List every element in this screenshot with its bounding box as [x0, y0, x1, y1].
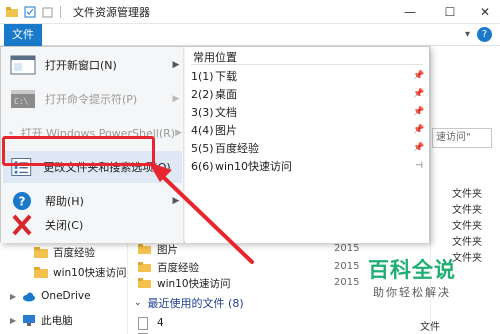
submenu-arrow-icon: ▶	[172, 94, 180, 104]
menu-item-open-command-prompt[interactable]: C:\ 打开命令提示符(P) ▶	[3, 83, 182, 115]
minimize-button[interactable]: —	[390, 0, 430, 24]
list-item[interactable]: 1	[138, 330, 164, 334]
right-item-type: 文件夹	[452, 237, 482, 248]
unpinned-icon[interactable]: ⊣	[409, 161, 429, 171]
window-title: 文件资源管理器	[73, 5, 150, 19]
submenu-arrow-icon: ▶	[172, 196, 180, 206]
item-date: 2015	[334, 243, 360, 254]
frequent-place-item[interactable]: 6(6) win10快速访问 ⊣	[185, 157, 429, 175]
ribbon-tab-row: 文件 ▾ ?	[0, 24, 500, 46]
new-window-icon	[10, 55, 36, 75]
pin-icon[interactable]: 📌	[409, 89, 429, 99]
place-name: 下载	[215, 70, 237, 83]
nav-item-onedrive[interactable]: ▶ OneDrive	[0, 286, 128, 306]
chevron-down-icon: ⌄	[134, 298, 142, 308]
menu-item-open-new-window[interactable]: 打开新窗口(N) ▶	[3, 49, 182, 81]
highlight-box	[2, 136, 155, 166]
watermark-subtitle: 助你轻松解决	[373, 286, 451, 299]
chevron-right-icon: ▶	[10, 315, 17, 325]
frequent-place-item[interactable]: 3(3) 文档 📌	[185, 103, 429, 121]
watermark-title: 百科全说	[368, 258, 456, 282]
divider	[191, 64, 423, 65]
frequent-places-title: 常用位置	[193, 51, 237, 64]
right-item-type: 文件夹	[452, 221, 482, 232]
title-separator	[60, 5, 61, 18]
frequent-place-item[interactable]: 4(4) 图片 📌	[185, 121, 429, 139]
place-number: 2(2)	[191, 87, 214, 101]
folder-icon	[138, 244, 151, 254]
nav-label: OneDrive	[41, 290, 91, 302]
computer-icon	[23, 314, 36, 326]
frequent-place-item[interactable]: 5(5) 百度经验 📌	[185, 139, 429, 157]
cloud-icon	[23, 292, 36, 301]
item-label: 百度经验	[157, 261, 199, 274]
folder-icon	[138, 278, 151, 288]
submenu-arrow-icon: ▶	[175, 128, 182, 138]
place-name: 百度经验	[215, 142, 259, 155]
item-date: 2015	[334, 261, 360, 272]
search-input[interactable]: 速访问"	[432, 128, 492, 148]
place-number: 5(5)	[191, 141, 214, 155]
frequent-place-item[interactable]: 2(2) 桌面 📌	[185, 85, 429, 103]
properties-icon[interactable]	[24, 6, 36, 18]
navigation-pane: 百度经验 win10快速访问 ▶ OneDrive ▶ 此电脑	[0, 240, 128, 334]
title-bar: 文件资源管理器 — ☐ ✕	[0, 0, 500, 24]
nav-label: win10快速访问	[53, 266, 127, 279]
close-icon	[12, 214, 32, 236]
menu-item-label: 关闭(C)	[45, 219, 84, 232]
help-icon[interactable]: ?	[477, 27, 492, 42]
nav-item-this-pc[interactable]: ▶ 此电脑	[0, 310, 128, 330]
menu-item-label: 帮助(H)	[45, 195, 84, 208]
folder-app-icon	[6, 6, 18, 17]
frequent-place-item[interactable]: 1(1) 下载 📌	[185, 67, 429, 85]
place-name: 图片	[215, 124, 237, 137]
nav-item-win10[interactable]: win10快速访问	[0, 262, 128, 282]
pin-icon[interactable]: 📌	[409, 143, 429, 153]
pin-icon[interactable]: 📌	[409, 71, 429, 81]
nav-label: 百度经验	[53, 246, 95, 259]
item-label: 4	[157, 317, 164, 329]
right-item-type: 文件夹	[452, 189, 482, 200]
place-number: 6(6)	[191, 159, 214, 173]
svg-text:C:\: C:\	[14, 97, 29, 106]
nav-item-baidu[interactable]: 百度经验	[0, 242, 128, 262]
chevron-right-icon: ▶	[10, 291, 17, 301]
recent-files-label: 最近使用的文件 (8)	[147, 297, 244, 310]
item-label: win10快速访问	[157, 277, 231, 290]
place-number: 3(3)	[191, 105, 214, 119]
place-name: win10快速访问	[215, 160, 293, 173]
file-tab[interactable]: 文件	[4, 24, 42, 46]
maximize-button[interactable]: ☐	[430, 0, 470, 24]
folder-icon	[34, 266, 48, 278]
place-name: 桌面	[215, 88, 237, 101]
new-folder-icon[interactable]	[42, 6, 54, 18]
pin-icon[interactable]: 📌	[409, 107, 429, 117]
ribbon-collapse-icon[interactable]: ▾	[465, 29, 470, 40]
svg-text:?: ?	[19, 195, 26, 209]
folder-icon	[34, 246, 48, 258]
item-date: 2015	[334, 277, 360, 288]
list-item[interactable]: win10快速访问	[138, 274, 231, 292]
menu-item-label: 打开命令提示符(P)	[45, 93, 138, 106]
submenu-arrow-icon: ▶	[172, 60, 180, 70]
folder-icon	[138, 262, 151, 272]
watermark-logo: 百科全说 助你轻松解决	[362, 258, 462, 304]
right-item-type: 文件夹	[452, 205, 482, 216]
place-name: 文档	[215, 106, 237, 119]
nav-label: 此电脑	[41, 314, 73, 327]
recent-files-header[interactable]: ⌄ 最近使用的文件 (8)	[134, 295, 244, 311]
pin-icon[interactable]: 📌	[409, 125, 429, 135]
place-number: 1(1)	[191, 69, 214, 83]
document-icon	[138, 316, 148, 330]
menu-item-close[interactable]: 关闭(C)	[3, 209, 182, 241]
command-prompt-icon: C:\	[11, 90, 35, 108]
menu-item-label: 打开新窗口(N)	[45, 59, 117, 72]
close-window-button[interactable]: ✕	[465, 0, 500, 24]
file-type-label: 文件	[420, 322, 440, 333]
frequent-places-panel: 常用位置 1(1) 下载 📌 2(2) 桌面 📌 3(3) 文档 📌 4(4) …	[185, 47, 429, 243]
place-number: 4(4)	[191, 123, 214, 137]
item-label: 图片	[157, 243, 178, 256]
